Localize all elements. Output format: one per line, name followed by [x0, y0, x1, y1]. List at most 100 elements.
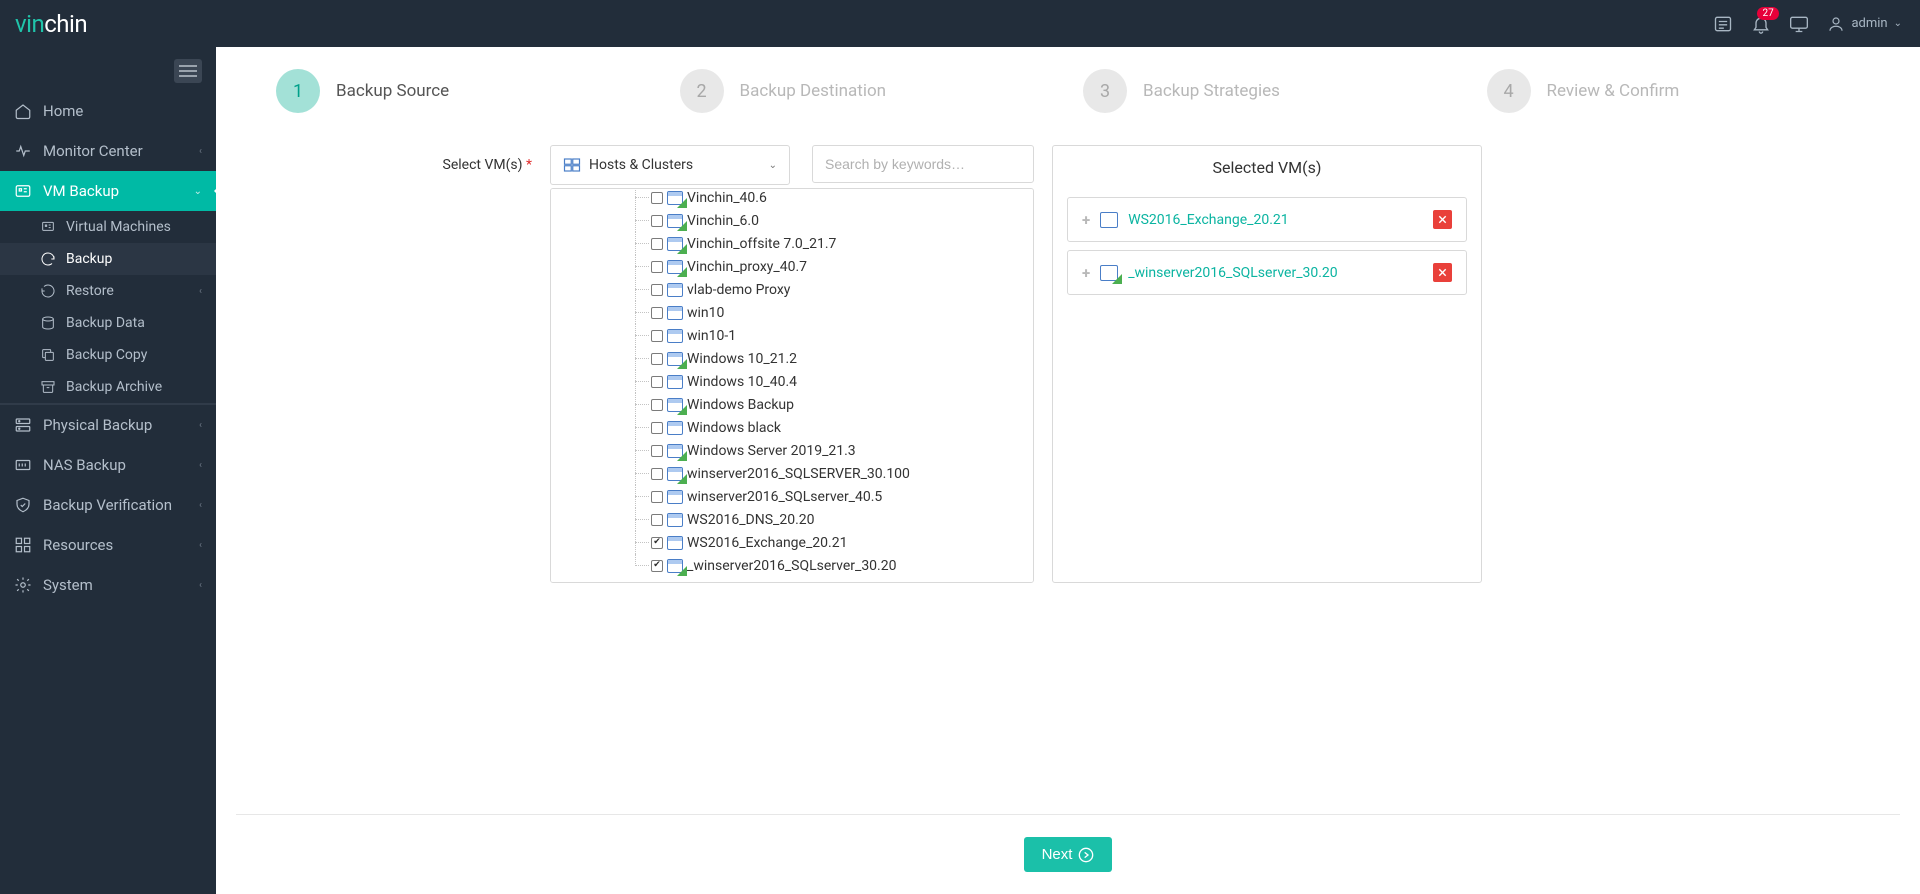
- selected-vm-item: + _winserver2016_SQLserver_30.20: [1067, 250, 1467, 295]
- sidebar-item-label: Virtual Machines: [66, 219, 171, 235]
- remove-button[interactable]: [1433, 263, 1452, 282]
- vm-tree-node[interactable]: win10: [651, 301, 1033, 324]
- wizard-step[interactable]: 3Backup Strategies: [1083, 69, 1457, 113]
- next-button[interactable]: Next: [1024, 837, 1113, 872]
- vm-tree-node[interactable]: win10-1: [651, 324, 1033, 347]
- vm-checkbox[interactable]: [651, 307, 663, 319]
- vm-icon: [667, 490, 683, 504]
- sidebar-item-label: NAS Backup: [43, 456, 126, 474]
- vm-icon: [1100, 265, 1118, 281]
- vm-tree-node[interactable]: Vinchin_proxy_40.7: [651, 255, 1033, 278]
- vm-checkbox[interactable]: [651, 215, 663, 227]
- wizard-step[interactable]: 1 Backup Source: [276, 69, 650, 113]
- hamburger-button[interactable]: [174, 59, 202, 83]
- vm-icon: [667, 398, 683, 412]
- source-column: Hosts & Clusters ⌄ Vinchin_40.6Vinchin_6…: [550, 145, 1034, 583]
- vm-icon: [667, 421, 683, 435]
- vm-checkbox[interactable]: [651, 284, 663, 296]
- vm-checkbox[interactable]: [651, 261, 663, 273]
- selected-list: + WS2016_Exchange_20.21 + _winserver2016_SQ…: [1053, 197, 1481, 295]
- vm-tree-node[interactable]: WS2016_Exchange_20.21: [651, 531, 1033, 554]
- sidebar-item-label: Resources: [43, 536, 113, 554]
- vm-name: win10-1: [687, 328, 736, 344]
- alerts-badge: 27: [1757, 7, 1778, 20]
- vm-tree-node[interactable]: Windows Server 2019_21.3: [651, 439, 1033, 462]
- sidebar-sub-restore[interactable]: Restore‹: [0, 275, 216, 307]
- vm-tree-node[interactable]: WS2016_DNS_20.20: [651, 508, 1033, 531]
- vm-tree-node[interactable]: Windows Backup: [651, 393, 1033, 416]
- sidebar-item-resources[interactable]: Resources‹: [0, 525, 216, 565]
- vm-checkbox[interactable]: [651, 468, 663, 480]
- selected-vm-item: + WS2016_Exchange_20.21: [1067, 197, 1467, 242]
- vm-tree-node[interactable]: vlab-demo Proxy: [651, 278, 1033, 301]
- step-label: Backup Source: [336, 81, 449, 101]
- sidebar-item-system[interactable]: System‹: [0, 565, 216, 605]
- sidebar-item-home[interactable]: Home: [0, 91, 216, 131]
- selected-panel: Selected VM(s) +WS2016_Exchange_20.21+_w…: [1052, 145, 1482, 583]
- sidebar-sub-backup[interactable]: Backup: [0, 243, 216, 275]
- vm-tree-node[interactable]: Windows black: [651, 416, 1033, 439]
- vm-checkbox[interactable]: [651, 376, 663, 388]
- vm-checkbox[interactable]: [651, 330, 663, 342]
- sidebar-sub-backup-archive[interactable]: Backup Archive: [0, 371, 216, 403]
- sidebar-item-vmbackup[interactable]: VM Backup⌄: [0, 171, 216, 211]
- vm-checkbox[interactable]: [651, 537, 663, 549]
- vm-tree-node[interactable]: winserver2016_SQLSERVER_30.100: [651, 462, 1033, 485]
- selected-vm-name[interactable]: WS2016_Exchange_20.21: [1128, 212, 1288, 228]
- vm-name: Vinchin_offsite 7.0_21.7: [687, 236, 836, 252]
- sidebar-item-label: VM Backup: [43, 182, 119, 200]
- sidebar-item-physical[interactable]: Physical Backup‹: [0, 405, 216, 445]
- wizard-step[interactable]: 2Backup Destination: [680, 69, 1054, 113]
- search-input[interactable]: [812, 145, 1034, 183]
- step-number: 1: [276, 69, 320, 113]
- search-box: [812, 145, 1034, 185]
- sidebar-sub-backup-data[interactable]: Backup Data: [0, 307, 216, 339]
- vm-tree-node[interactable]: Vinchin_6.0: [651, 209, 1033, 232]
- vm-tree-node[interactable]: Vinchin_offsite 7.0_21.7: [651, 232, 1033, 255]
- expand-icon[interactable]: +: [1082, 264, 1090, 282]
- alerts-icon[interactable]: 27: [1751, 14, 1771, 34]
- sidebar-item-monitor[interactable]: Monitor Center‹: [0, 131, 216, 171]
- arrow-right-icon: [1078, 847, 1094, 863]
- vm-checkbox[interactable]: [651, 445, 663, 457]
- sidebar-sub-virtual-machines[interactable]: Virtual Machines: [0, 211, 216, 243]
- vm-checkbox[interactable]: [651, 192, 663, 204]
- vm-icon: [667, 375, 683, 389]
- user-menu[interactable]: admin ⌄: [1827, 15, 1902, 33]
- sidebar-toggle: [0, 47, 216, 91]
- sidebar-item-label: Home: [43, 102, 83, 120]
- sidebar-item-nas[interactable]: NAS Backup‹: [0, 445, 216, 485]
- vm-tree-node[interactable]: winserver2016_SQLserver_40.5: [651, 485, 1033, 508]
- field-label: Select VM(s) *: [276, 145, 532, 583]
- vm-name: winserver2016_SQLserver_40.5: [687, 489, 882, 505]
- vm-icon: [667, 191, 683, 205]
- chevron-left-icon: ‹: [199, 420, 202, 431]
- sidebar: Home Monitor Center‹VM Backup⌄ Virtual Mac…: [0, 47, 216, 894]
- hosts-icon: [563, 156, 581, 174]
- sidebar-item-label: Backup Data: [66, 315, 145, 331]
- vm-checkbox[interactable]: [651, 353, 663, 365]
- vm-checkbox[interactable]: [651, 560, 663, 572]
- expand-icon[interactable]: +: [1082, 211, 1090, 229]
- vm-tree-node[interactable]: _winserver2016_SQLserver_30.20: [651, 554, 1033, 577]
- vm-tree-node[interactable]: Vinchin_40.6: [651, 188, 1033, 209]
- sidebar-sub-backup-copy[interactable]: Backup Copy: [0, 339, 216, 371]
- wizard-stepper: 1 Backup Source 2Backup Destination 3Backup…: [236, 47, 1900, 135]
- vm-tree-node[interactable]: Windows 10_21.2: [651, 347, 1033, 370]
- vm-tree-node[interactable]: Windows 10_40.4: [651, 370, 1033, 393]
- monitor-icon[interactable]: [1789, 14, 1809, 34]
- tasks-icon[interactable]: [1713, 14, 1733, 34]
- selected-vm-name[interactable]: _winserver2016_SQLserver_30.20: [1128, 265, 1337, 281]
- remove-button[interactable]: [1433, 210, 1452, 229]
- vm-checkbox[interactable]: [651, 238, 663, 250]
- vm-checkbox[interactable]: [651, 491, 663, 503]
- sidebar-item-verify[interactable]: Backup Verification‹: [0, 485, 216, 525]
- wizard-step[interactable]: 4Review & Confirm: [1487, 69, 1861, 113]
- vm-checkbox[interactable]: [651, 422, 663, 434]
- vm-tree-panel[interactable]: Vinchin_40.6Vinchin_6.0 Vinchin_offsite 7…: [550, 188, 1034, 583]
- vm-checkbox[interactable]: [651, 514, 663, 526]
- vm-name: _winserver2016_SQLserver_30.20: [687, 558, 896, 574]
- vm-name: win10: [687, 305, 724, 321]
- vm-checkbox[interactable]: [651, 399, 663, 411]
- view-selector[interactable]: Hosts & Clusters ⌄: [550, 145, 790, 185]
